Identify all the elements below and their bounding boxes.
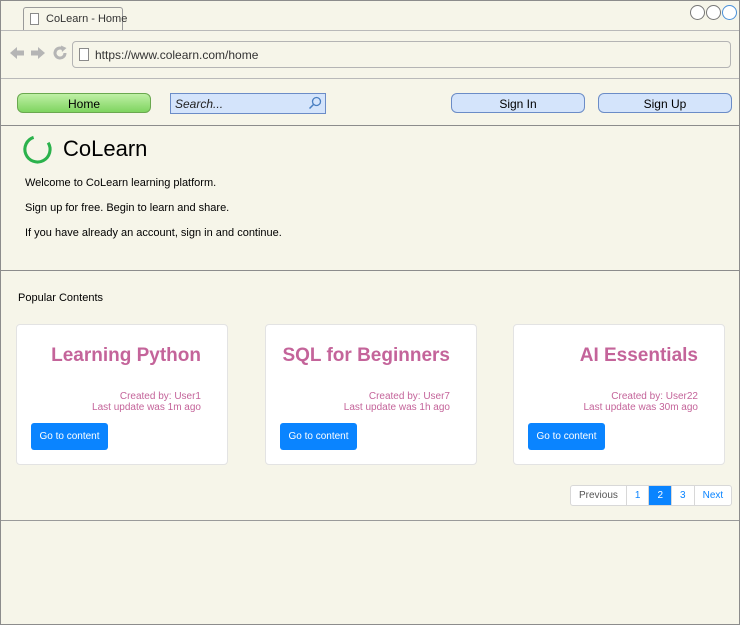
logo-ring-icon <box>23 135 52 164</box>
url-field[interactable]: https://www.colearn.com/home <box>72 41 731 68</box>
maximize-button[interactable] <box>706 5 721 20</box>
search-input[interactable]: Search... <box>170 93 326 114</box>
card-title: AI Essentials <box>579 345 698 366</box>
page-1-button[interactable]: 1 <box>625 486 649 505</box>
card-creator: Created by: User1 <box>119 391 201 402</box>
search-icon[interactable] <box>308 96 322 110</box>
card-updated: Last update was 30m ago <box>583 402 698 413</box>
search-placeholder: Search... <box>175 97 224 111</box>
window-controls <box>689 5 737 25</box>
card-meta: Created by: User22 Last update was 30m a… <box>583 391 698 413</box>
go-to-content-button[interactable]: Go to content <box>280 423 357 450</box>
go-to-content-button[interactable]: Go to content <box>31 423 108 450</box>
card-title: Learning Python <box>51 345 201 366</box>
card-title: SQL for Beginners <box>282 345 450 366</box>
content-card: AI Essentials Created by: User22 Last up… <box>513 324 725 465</box>
close-button[interactable] <box>722 5 737 20</box>
content-card: SQL for Beginners Created by: User7 Last… <box>265 324 477 465</box>
signin-hint-text: If you have already an account, sign in … <box>25 227 282 239</box>
browser-window: CoLearn - Home https://www.colearn.com/h… <box>0 0 740 625</box>
next-page-button[interactable]: Next <box>693 486 732 505</box>
signup-text: Sign up for free. Begin to learn and sha… <box>25 202 230 214</box>
url-text: https://www.colearn.com/home <box>95 48 259 62</box>
card-updated: Last update was 1h ago <box>343 402 450 413</box>
previous-page-button[interactable]: Previous <box>571 486 626 505</box>
welcome-text: Welcome to CoLearn learning platform. <box>25 177 217 189</box>
site-toolbar: Home Search... Sign In Sign Up <box>1 79 739 126</box>
section-divider <box>1 520 739 521</box>
brand-name: CoLearn <box>63 136 148 161</box>
sign-up-button[interactable]: Sign Up <box>598 93 732 113</box>
tab-strip: CoLearn - Home <box>1 1 739 31</box>
page-icon <box>30 13 39 25</box>
popular-contents-heading: Popular Contents <box>18 292 103 304</box>
page-icon <box>79 48 89 61</box>
pagination: Previous 1 2 3 Next <box>570 485 733 506</box>
card-updated: Last update was 1m ago <box>92 402 201 413</box>
card-creator: Created by: User7 <box>368 391 450 402</box>
browser-tab[interactable]: CoLearn - Home <box>23 7 127 31</box>
home-button[interactable]: Home <box>17 93 151 113</box>
card-meta: Created by: User7 Last update was 1h ago <box>344 391 450 413</box>
page-3-button[interactable]: 3 <box>671 486 694 505</box>
welcome-section: CoLearn Welcome to CoLearn learning plat… <box>1 126 739 271</box>
card-meta: Created by: User1 Last update was 1m ago <box>92 391 201 413</box>
minimize-button[interactable] <box>690 5 705 20</box>
back-arrow-icon[interactable] <box>9 45 25 61</box>
tab-title: CoLearn - Home <box>46 13 128 25</box>
content-card: Learning Python Created by: User1 Last u… <box>16 324 228 465</box>
go-to-content-button[interactable]: Go to content <box>528 423 605 450</box>
forward-arrow-icon[interactable] <box>30 45 46 61</box>
reload-icon[interactable] <box>52 45 68 61</box>
sign-in-button[interactable]: Sign In <box>451 93 585 113</box>
address-bar-row: https://www.colearn.com/home <box>1 30 739 79</box>
card-creator: Created by: User22 <box>611 391 698 402</box>
page-2-button[interactable]: 2 <box>648 486 672 505</box>
